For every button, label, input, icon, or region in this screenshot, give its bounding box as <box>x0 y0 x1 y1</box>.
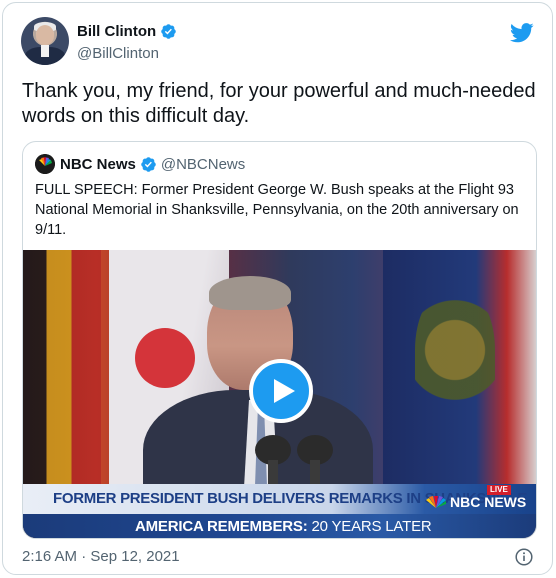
lower-third-bottom-text: AMERICA REMEMBERS: 20 YEARS LATER <box>135 518 432 535</box>
quoted-author-handle[interactable]: @NBCNews <box>161 156 245 173</box>
tweet-text: Thank you, my friend, for your powerful … <box>22 80 536 127</box>
network-bug-text: NBC NEWS <box>450 494 527 510</box>
verified-badge-icon <box>161 24 176 39</box>
quoted-text: FULL SPEECH: Former President George W. … <box>35 182 519 238</box>
tweet-timestamp[interactable]: 2:16 AM · Sep 12, 2021 <box>22 548 180 565</box>
quoted-author-name[interactable]: NBC News <box>60 156 136 173</box>
author-name[interactable]: Bill Clinton <box>77 23 156 40</box>
speaker-figure <box>209 276 291 310</box>
network-bug: NBC NEWS <box>425 494 526 510</box>
flag-graphic <box>415 290 495 440</box>
quoted-header: NBC News @NBCNews <box>35 154 245 174</box>
nbc-avatar[interactable] <box>35 154 55 174</box>
tweet-card: Bill Clinton @BillClinton Thank you, my … <box>2 2 553 575</box>
lower-third-bottom-bold: AMERICA REMEMBERS: <box>135 518 308 535</box>
play-icon <box>273 379 295 403</box>
twitter-bird-icon[interactable] <box>510 23 534 43</box>
flag-graphic <box>135 328 195 388</box>
verified-badge-icon <box>141 156 156 172</box>
author-avatar[interactable] <box>21 17 69 65</box>
peacock-logo-icon <box>426 496 446 508</box>
author-handle[interactable]: @BillClinton <box>77 45 159 62</box>
quoted-tweet[interactable]: NBC News @NBCNews FULL SPEECH: Former Pr… <box>22 141 537 539</box>
video-player[interactable]: FORMER PRESIDENT BUSH DELIVERS REMARKS I… <box>23 250 536 538</box>
lower-third-bottom-rest: 20 YEARS LATER <box>307 518 432 535</box>
author-name-row[interactable]: Bill Clinton <box>77 23 177 40</box>
info-icon[interactable] <box>515 548 533 566</box>
play-button[interactable] <box>249 359 313 423</box>
